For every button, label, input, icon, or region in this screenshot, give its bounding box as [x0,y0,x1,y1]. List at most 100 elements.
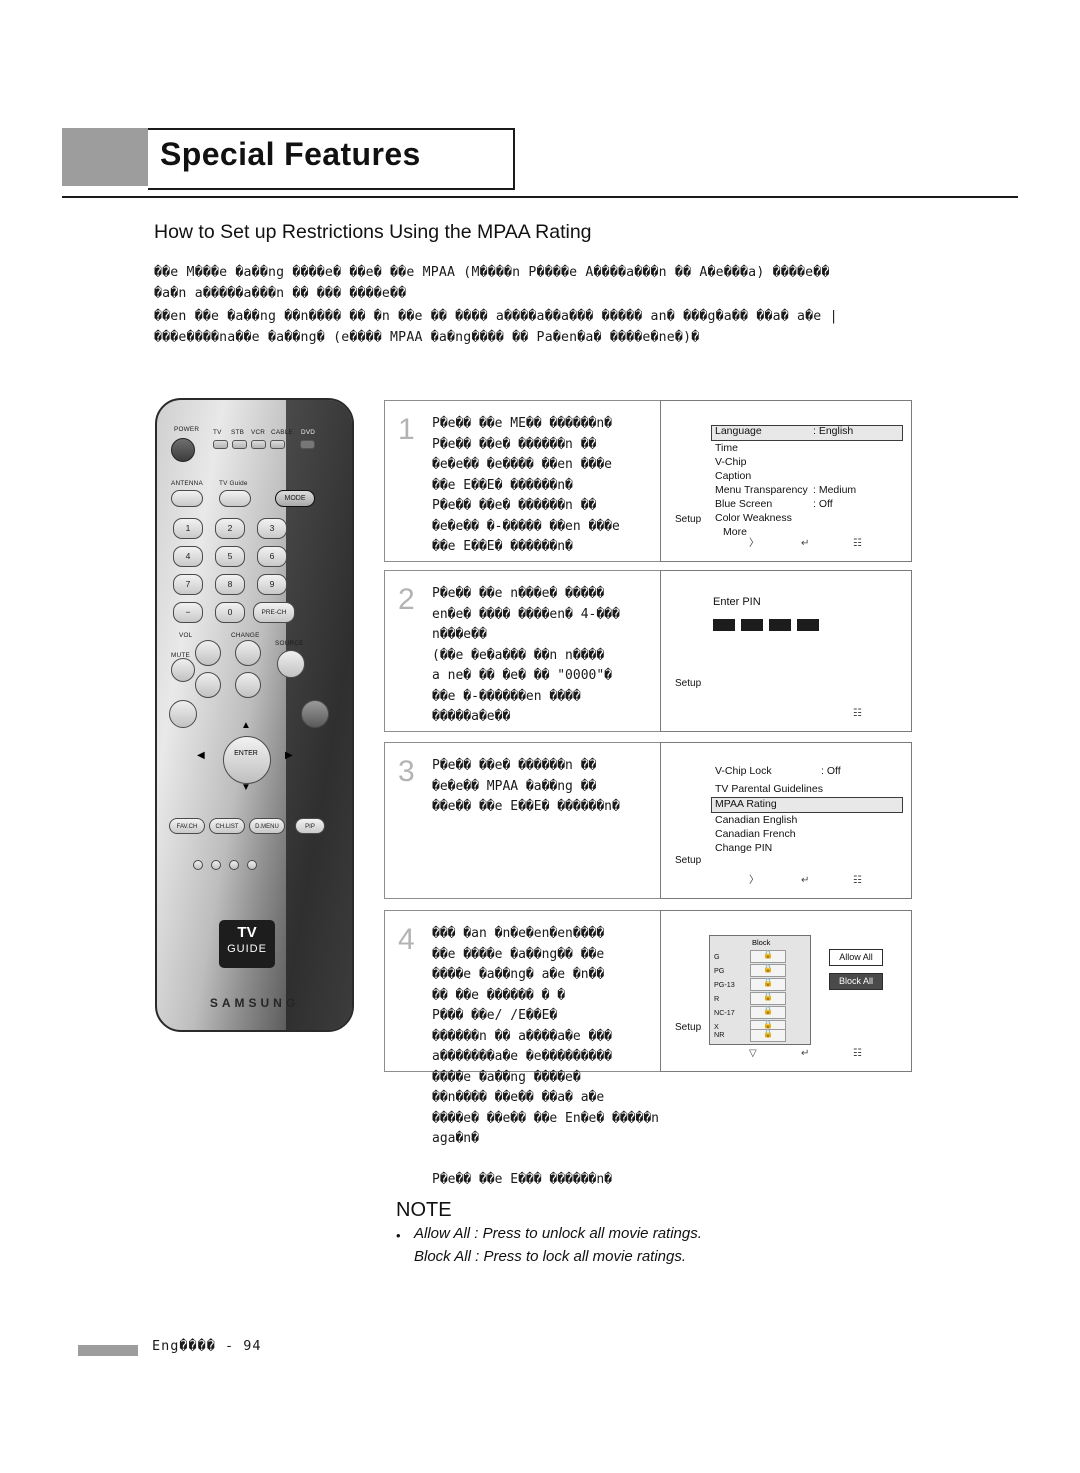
arrow-up-icon[interactable]: ▲ [241,720,251,731]
intro-paragraph-1: ��e M���e �a��ng ����e� ��e� ��e MPAA (M… [154,265,830,301]
color-key-4[interactable] [247,860,257,870]
mpaa-block-panel: Block G 🔒 PG 🔒 PG-13 🔒 R 🔒 NC-17 🔒 X 🔒 N… [709,935,811,1045]
header-accent-band [62,128,162,186]
osd-vchip-menu: V-Chip Lock : Off TV Parental Guidelines… [660,742,912,899]
d-menu-button[interactable]: D.MENU [249,818,285,834]
mpaa-rating-nr[interactable]: NR [714,1030,724,1039]
key-minus[interactable]: − [173,602,203,623]
tv-guide-button[interactable] [219,490,251,507]
change-label: CHANGE [231,632,260,639]
mpaa-rating-pg[interactable]: PG [714,966,724,975]
navigation-pad[interactable]: ENTER ◀ ▶ ▲ ▼ [193,720,301,812]
note-heading: NOTE [396,1199,452,1221]
ch-up-button[interactable] [235,640,261,666]
pin-digit-1[interactable] [713,619,735,631]
arrow-down-icon[interactable]: ▼ [241,782,251,793]
osd1-setup-label: Setup [675,514,702,525]
lock-icon-x: 🔒 [763,1020,773,1029]
osd-enter-pin: Enter PIN Setup ☷ [660,570,912,732]
pin-digit-3[interactable] [769,619,791,631]
enter-button[interactable] [223,736,271,784]
page-title: Special Features [160,136,421,172]
mode-led-vcr [251,440,266,449]
osd1-row-bluescreen-label[interactable]: Blue Screen [715,498,772,510]
note-line-1: Allow All : Press to unlock all movie ra… [414,1225,702,1242]
osd4-move-icon: ▽ [749,1048,757,1059]
lock-icon-pg13: 🔒 [763,978,773,987]
ch-down-button[interactable] [235,672,261,698]
lock-icon-nc17: 🔒 [763,1006,773,1015]
mode-led-tv [213,440,228,449]
osd1-row-transparency-label[interactable]: Menu Transparency [715,484,808,496]
osd3-row-canadian-french-label[interactable]: Canadian French [715,828,796,840]
step-2-number: 2 [398,583,415,616]
pre-ch-button[interactable]: PRE-CH [253,602,295,623]
key-1[interactable]: 1 [173,518,203,539]
osd1-row-vchip-label[interactable]: V-Chip [715,456,747,468]
pip-button[interactable]: PIP [295,818,325,834]
mode-button[interactable]: MODE [275,490,315,507]
fav-ch-button[interactable]: FAV.CH [169,818,205,834]
step-4-number: 4 [398,923,415,956]
osd1-row-transparency-value: : Medium [813,484,857,496]
ch-list-button[interactable]: CH.LIST [209,818,245,834]
antenna-label: ANTENNA [171,480,203,487]
osd1-row-caption-label[interactable]: Caption [715,470,751,482]
osd3-row-changepin-label[interactable]: Change PIN [715,842,772,854]
enter-button-label: ENTER [234,750,258,757]
color-key-3[interactable] [229,860,239,870]
osd3-row-vchiplock-label[interactable]: V-Chip Lock [715,765,772,777]
key-8[interactable]: 8 [215,574,245,595]
osd3-row-mpaarating-label[interactable]: MPAA Rating [715,798,777,810]
mode-led-stb [232,440,247,449]
osd1-return-icon: ☷ [853,538,862,549]
tv-guide-label: TV Guide [219,480,248,487]
mode-led-cable [270,440,285,449]
mpaa-rating-pg13[interactable]: PG-13 [714,980,735,989]
vol-label: VOL [179,632,193,639]
intro-paragraph-2: ��en ��e �a��ng ��n���� �� �n ��e �� ���… [154,309,838,345]
allow-all-button[interactable]: Allow All [829,949,883,966]
key-2[interactable]: 2 [215,518,245,539]
exit-button[interactable] [301,700,329,728]
key-5[interactable]: 5 [215,546,245,567]
osd1-row-colorweakness-label[interactable]: Color Weakness [715,512,792,524]
osd1-row-time-label[interactable]: Time [715,442,738,454]
vol-down-button[interactable] [195,672,221,698]
mpaa-rating-r[interactable]: R [714,994,719,1003]
color-key-2[interactable] [211,860,221,870]
osd1-row-language-label[interactable]: Language [715,425,762,437]
osd3-row-tvguidelines-label[interactable]: TV Parental Guidelines [715,783,823,795]
source-button[interactable] [277,650,305,678]
note-body: • Allow All : Press to unlock all movie … [396,1222,956,1268]
key-9[interactable]: 9 [257,574,287,595]
osd3-move-icon: 〉 [749,875,759,886]
osd3-row-canadian-english-label[interactable]: Canadian English [715,814,797,826]
key-3[interactable]: 3 [257,518,287,539]
arrow-left-icon[interactable]: ◀ [197,750,205,761]
osd-setup-menu: Language : English Time V-Chip Caption M… [660,400,912,562]
remote-control-illustration: POWER TV STB VCR CABLE DVD ANTENNA TV Gu… [155,398,354,1032]
osd1-row-more-label[interactable]: More [723,526,747,538]
block-all-button[interactable]: Block All [829,973,883,990]
antenna-button[interactable] [171,490,203,507]
osd-mpaa-rating: Block G 🔒 PG 🔒 PG-13 🔒 R 🔒 NC-17 🔒 X 🔒 N… [660,910,912,1072]
key-6[interactable]: 6 [257,546,287,567]
step-1-number: 1 [398,413,415,446]
key-7[interactable]: 7 [173,574,203,595]
key-0[interactable]: 0 [215,602,245,623]
pin-digit-4[interactable] [797,619,819,631]
step-4-text: ��� �an �n�e�en�en���� ��e ����e �a��ng�… [432,926,659,1187]
note-bullet-icon: • [396,1228,401,1243]
osd2-setup-label: Setup [675,678,702,689]
color-key-1[interactable] [193,860,203,870]
key-4[interactable]: 4 [173,546,203,567]
step-1-text: P�e�� ��e ME�� ������n� P�e�� ��e� �����… [432,416,620,554]
pin-digit-2[interactable] [741,619,763,631]
mpaa-rating-g[interactable]: G [714,952,720,961]
arrow-right-icon[interactable]: ▶ [285,750,293,761]
mute-button[interactable] [171,658,195,682]
vol-up-button[interactable] [195,640,221,666]
power-button[interactable] [171,438,195,462]
mpaa-rating-nc17[interactable]: NC-17 [714,1008,735,1017]
